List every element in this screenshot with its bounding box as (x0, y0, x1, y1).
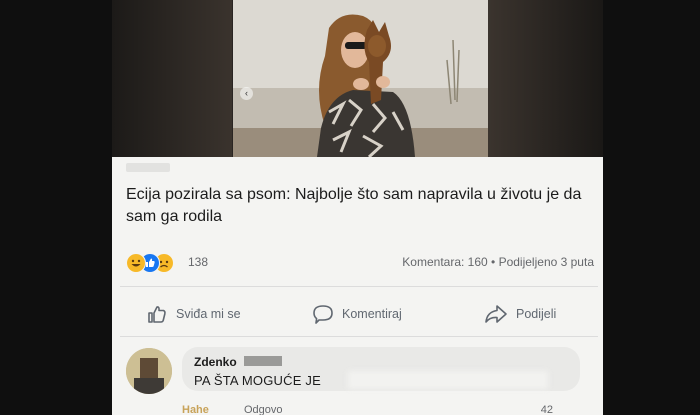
facebook-post-screen: ‹ Ecija pozirala sa psom: Najbolje što s… (112, 0, 603, 415)
avatar-image (126, 348, 172, 394)
author-surname-redaction (244, 356, 282, 366)
post-photo-band: ‹ (112, 0, 603, 157)
stats-separator: • (491, 255, 496, 269)
woman-with-dog-illustration (233, 0, 488, 157)
comment-item: Zdenko PA ŠTA MOGUĆE JE Hahe Odgovo 42 (112, 342, 603, 415)
share-count[interactable]: Podijeljeno 3 puta (499, 255, 594, 269)
share-button[interactable]: Podijeli (484, 296, 556, 332)
commenter-avatar[interactable] (126, 348, 172, 394)
reactions-summary[interactable]: 138 Komentara: 160 • Podijeljeno 3 puta (122, 250, 594, 274)
speech-bubble-icon (313, 305, 333, 324)
reaction-count[interactable]: 138 (188, 255, 208, 269)
comment-like-link[interactable]: Hahe (182, 404, 209, 415)
divider-bottom (120, 336, 598, 337)
like-button-label: Sviđa mi se (176, 307, 241, 321)
right-dark-edge (603, 0, 700, 415)
post-actions-bar: Sviđa mi se Komentiraj Podijeli (112, 296, 603, 332)
comment-reaction-count[interactable]: 42 (541, 404, 553, 415)
carousel-dot-icon[interactable]: ‹ (240, 87, 253, 100)
comment-button-label: Komentiraj (342, 307, 402, 321)
blurred-source-label (126, 163, 170, 172)
comments-shares-stats: Komentara: 160 • Podijeljeno 3 puta (402, 255, 594, 269)
comment-bubble[interactable]: Zdenko PA ŠTA MOGUĆE JE (182, 347, 580, 391)
comment-text: PA ŠTA MOGUĆE JE (194, 373, 321, 388)
comment-count[interactable]: Komentara: 160 (402, 255, 487, 269)
comment-reply-link[interactable]: Odgovo (244, 404, 283, 415)
share-button-label: Podijeli (516, 307, 557, 321)
thumbs-up-icon (148, 306, 166, 323)
comment-author[interactable]: Zdenko (194, 355, 237, 369)
comment-button[interactable]: Komentiraj (312, 296, 402, 332)
post-headline[interactable]: Ecija pozirala sa psom: Najbolje što sam… (126, 184, 586, 228)
photo-blurred-right (488, 0, 603, 157)
comment-text-blur (348, 371, 548, 389)
left-dark-edge (0, 0, 112, 415)
photo-blurred-left (112, 0, 232, 157)
like-button[interactable]: Sviđa mi se (146, 296, 241, 332)
share-arrow-icon (485, 305, 507, 323)
divider-top (120, 286, 598, 287)
post-photo[interactable]: ‹ (233, 0, 488, 157)
laugh-emoji-icon (126, 253, 146, 273)
